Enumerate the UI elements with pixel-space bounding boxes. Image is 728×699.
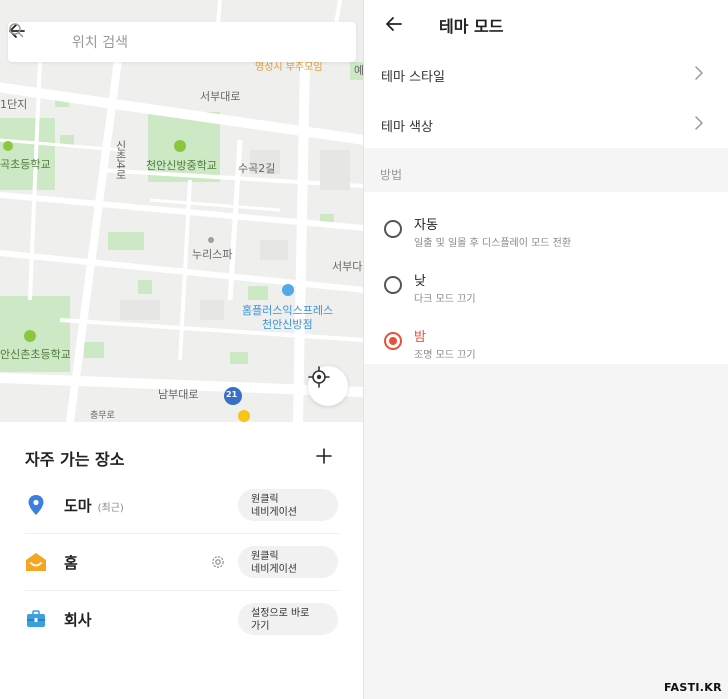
radio-button[interactable] [384,276,402,294]
map-label: 충무로 [90,411,115,421]
map-label: 천안신방중학교 [146,159,217,172]
favorite-name: 도마 (최근) [64,496,124,515]
map-label: 예 [354,64,364,77]
favorite-item-work[interactable]: 회사 설정으로 바로 가기 [0,591,363,647]
pill-line: 가기 [251,621,270,632]
option-auto[interactable]: 자동 일출 및 일몰 후 디스플레이 모드 전환 [364,198,728,254]
briefcase-icon [25,608,47,630]
menu-item-theme-color[interactable]: 테마 색상 [364,98,728,148]
favorites-sheet: 자주 가는 장소 도마 (최근) 원클릭 네비게이션 홈 원클릭 네비게이션 회… [0,422,363,699]
map-label: 천안신방점 [262,318,313,331]
home-icon [25,551,47,573]
gear-icon[interactable] [209,553,227,571]
section-label: 방법 [380,168,403,182]
search-placeholder: 위치 검색 [72,35,128,51]
option-day[interactable]: 낮 다크 모드 끄기 [364,254,728,310]
one-click-navigation-button[interactable]: 원클릭 네비게이션 [238,546,338,578]
map-label: 남부대로 [158,388,199,401]
search-bar: 위치 검색 [8,22,356,62]
plus-icon [316,448,332,464]
menu-item-theme-style[interactable]: 테마 스타일 [364,48,728,98]
arrow-left-icon [386,17,402,31]
crosshair-icon [308,366,330,388]
menu-item-label: 테마 색상 [381,120,433,135]
map-panel: 영성시 부주모임 예 1단지 서부대로 곡초등학교 천안신방중학교 신촌4로 수… [0,0,364,699]
radio-button-selected[interactable] [384,332,402,350]
pill-line: 원클릭 [251,494,279,505]
chevron-right-icon [695,66,703,80]
add-favorite-button[interactable] [312,444,336,468]
menu-item-label: 테마 스타일 [381,70,445,85]
map-view[interactable]: 영성시 부주모임 예 1단지 서부대로 곡초등학교 천안신방중학교 신촌4로 수… [0,0,364,422]
search-input[interactable]: 위치 검색 [9,22,128,62]
header: 테마 모드 [364,0,728,48]
option-title: 낮 [414,274,426,289]
pill-line: 설정으로 바로 [251,608,310,619]
option-description: 일출 및 일몰 후 디스플레이 모드 전환 [414,238,572,249]
chevron-right-icon [695,116,703,130]
favorite-item-home[interactable]: 홈 원클릭 네비게이션 [0,534,363,590]
map-label: 곡초등학교 [0,158,51,171]
map-label: 1단지 [0,98,28,111]
radio-button[interactable] [384,220,402,238]
page-title: 테마 모드 [439,17,504,36]
map-label: 수곡2길 [238,162,276,175]
option-title: 자동 [414,218,438,233]
map-label: 서부다 [332,260,363,273]
option-night[interactable]: 밤 조명 모드 끄기 [364,310,728,366]
favorite-sub: (최근) [97,502,124,514]
location-pin-icon [25,494,47,516]
screen: 영성시 부주모임 예 1단지 서부대로 곡초등학교 천안신방중학교 신촌4로 수… [0,0,728,699]
favorites-title: 자주 가는 장소 [25,450,125,469]
watermark: FASTI.KR [664,681,722,694]
favorite-name: 회사 [64,610,92,629]
theme-mode-panel: 테마 모드 테마 스타일 테마 색상 방법 자동 일출 및 일몰 후 디스플레이… [364,0,728,699]
search-icon [9,23,24,38]
theme-menu: 테마 스타일 테마 색상 [364,48,728,148]
map-label: 서부대로 [200,90,241,103]
back-button[interactable] [380,10,408,38]
option-description: 다크 모드 끄기 [414,294,476,305]
map-label: 신촌4로 [114,140,127,180]
map-label: 안신촌초등학교 [0,348,71,361]
favorite-item-doma[interactable]: 도마 (최근) 원클릭 네비게이션 [0,477,363,533]
pill-line: 네비게이션 [251,564,297,575]
map-label: 누리스파 [192,248,233,261]
favorite-name: 홈 [64,553,78,572]
option-description: 조명 모드 끄기 [414,350,476,361]
pill-line: 네비게이션 [251,507,297,518]
theme-options: 자동 일출 및 일몰 후 디스플레이 모드 전환 낮 다크 모드 끄기 밤 조명… [364,192,728,364]
route-number: 21 [226,390,238,399]
option-title: 밤 [414,330,426,345]
pill-line: 원클릭 [251,551,279,562]
one-click-navigation-button[interactable]: 원클릭 네비게이션 [238,489,338,521]
current-location-button[interactable] [308,366,348,406]
go-to-settings-button[interactable]: 설정으로 바로 가기 [238,603,338,635]
